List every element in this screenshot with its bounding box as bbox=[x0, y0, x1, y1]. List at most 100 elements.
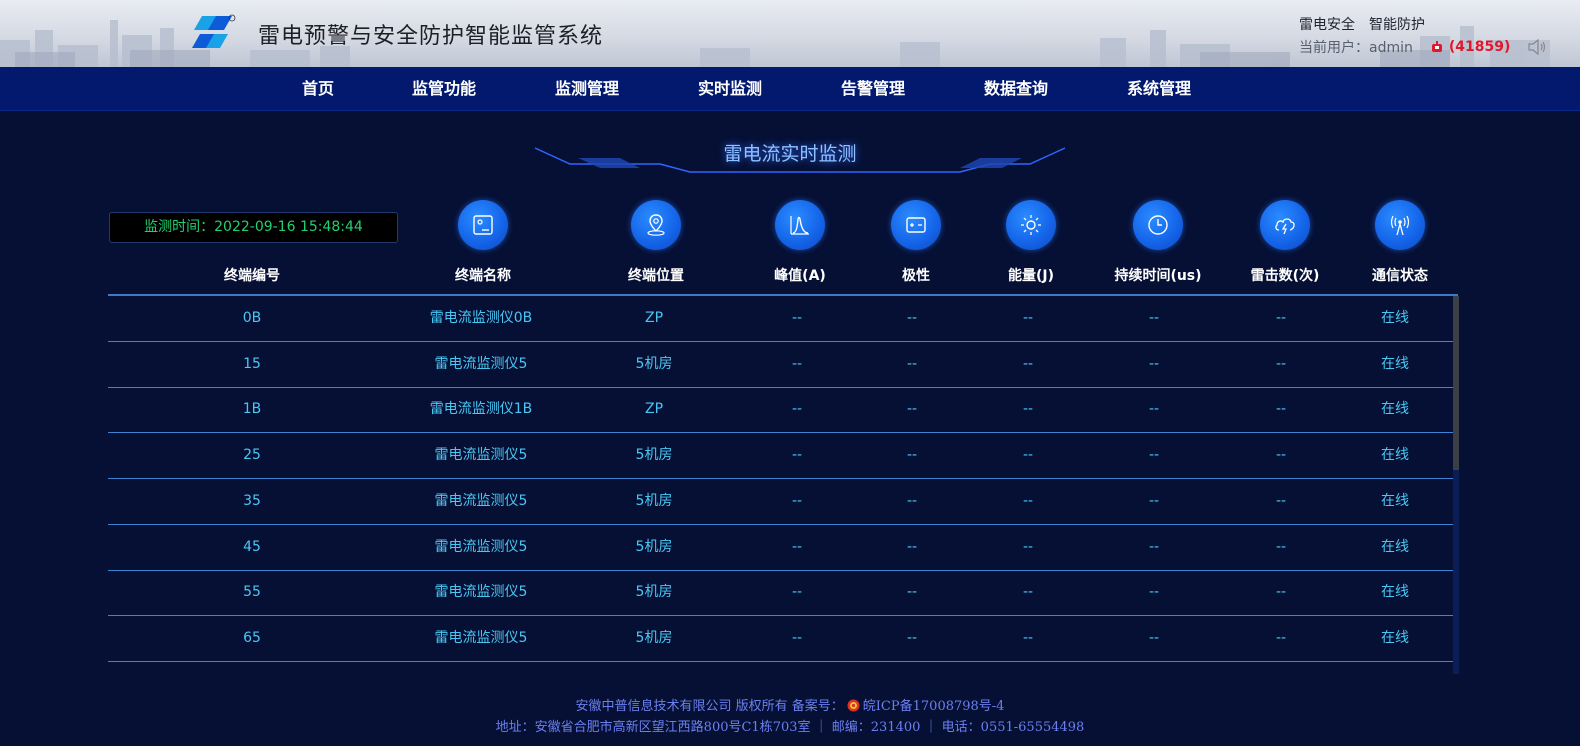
cell-comm-status: 在线 bbox=[1381, 629, 1409, 646]
cell-duration: -- bbox=[1148, 447, 1160, 464]
cell-terminal-location: 5机房 bbox=[635, 538, 673, 555]
system-title: 雷电预警与安全防护智能监管系统 bbox=[258, 24, 604, 49]
cell-energy: -- bbox=[1022, 584, 1034, 601]
nav-system-management[interactable]: 系统管理 bbox=[1127, 67, 1191, 111]
table-row[interactable]: 15 雷电流监测仪5 5机房 -- -- -- -- -- 在线 bbox=[108, 342, 1453, 388]
cell-terminal-location: 5机房 bbox=[635, 447, 673, 464]
cell-terminal-id: 0B bbox=[242, 310, 262, 326]
alarm-count[interactable]: (41859) bbox=[1449, 39, 1511, 55]
table-row[interactable]: 55 雷电流监测仪5 5机房 -- -- -- -- -- 在线 bbox=[108, 570, 1453, 617]
cell-polarity: -- bbox=[906, 629, 918, 646]
cell-peak: -- bbox=[791, 447, 803, 464]
cell-terminal-name: 雷电流监测仪0B bbox=[429, 310, 533, 326]
scrollbar-thumb[interactable] bbox=[1453, 296, 1459, 470]
cell-comm-status: 在线 bbox=[1381, 584, 1409, 601]
cell-energy: -- bbox=[1022, 401, 1034, 418]
cell-strike-count: -- bbox=[1275, 447, 1287, 464]
cell-terminal-name: 雷电流监测仪5 bbox=[434, 355, 528, 372]
table-row[interactable]: 35 雷电流监测仪5 5机房 -- -- -- -- -- 在线 bbox=[108, 479, 1453, 525]
cell-polarity: -- bbox=[906, 538, 918, 555]
column-header-terminal-name: 终端名称 bbox=[455, 268, 511, 284]
current-user-label: 当前用户：admin bbox=[1299, 40, 1413, 56]
cell-energy: -- bbox=[1022, 310, 1034, 326]
footer-icp-link[interactable]: 皖ICP备17008798号-4 bbox=[863, 699, 1005, 714]
cell-strike-count: -- bbox=[1275, 538, 1287, 555]
column-header-comm-status: 通信状态 bbox=[1372, 268, 1428, 284]
footer-copyright: 安徽中普信息技术有限公司 版权所有 备案号： 皖ICP备17008798号-4 bbox=[0, 695, 1580, 714]
nav-supervision[interactable]: 监管功能 bbox=[412, 67, 476, 111]
table-row[interactable]: 0B 雷电流监测仪0B ZP -- -- -- -- -- 在线 bbox=[108, 296, 1453, 342]
cell-terminal-location: ZP bbox=[644, 310, 664, 326]
alarm-bell-icon[interactable] bbox=[1431, 41, 1443, 53]
table-row[interactable]: 25 雷电流监测仪5 5机房 -- -- -- -- -- 在线 bbox=[108, 433, 1453, 480]
cell-comm-status: 在线 bbox=[1381, 538, 1409, 555]
cell-terminal-location: 5机房 bbox=[635, 355, 673, 372]
nav-home[interactable]: 首页 bbox=[302, 67, 334, 111]
cell-terminal-id: 15 bbox=[243, 355, 261, 372]
header-tagline: 雷电安全 智能防护 bbox=[1299, 14, 1439, 34]
cell-comm-status: 在线 bbox=[1381, 492, 1409, 509]
section-title: 雷电流实时监测 bbox=[723, 143, 857, 165]
cell-terminal-name: 雷电流监测仪5 bbox=[434, 538, 528, 555]
table-row[interactable]: 65 雷电流监测仪5 5机房 -- -- -- -- -- 在线 bbox=[108, 616, 1453, 662]
cell-terminal-id: 35 bbox=[243, 492, 261, 509]
cell-terminal-name: 雷电流监测仪5 bbox=[434, 447, 528, 464]
cell-terminal-location: ZP bbox=[644, 401, 664, 418]
cell-terminal-name: 雷电流监测仪5 bbox=[434, 629, 528, 646]
speaker-icon[interactable] bbox=[1528, 39, 1546, 55]
tagline-lightning-safety: 雷电安全 bbox=[1299, 17, 1355, 33]
duration-clock-icon bbox=[1133, 200, 1183, 250]
cell-terminal-id: 45 bbox=[243, 538, 261, 555]
cell-polarity: -- bbox=[906, 355, 918, 372]
nav-alarm-management[interactable]: 告警管理 bbox=[841, 67, 905, 111]
column-header-polarity: 极性 bbox=[902, 268, 930, 284]
cell-energy: -- bbox=[1022, 447, 1034, 464]
location-pin-icon bbox=[631, 200, 681, 250]
column-header-duration: 持续时间(us) bbox=[1114, 268, 1202, 284]
monitoring-table[interactable]: 0B 雷电流监测仪0B ZP -- -- -- -- -- 在线 15 雷电流监测仪5 5机房 -- --… bbox=[108, 296, 1453, 674]
cell-peak: -- bbox=[791, 310, 803, 326]
column-header-strike-count: 雷击数(次) bbox=[1250, 268, 1320, 284]
cell-peak: -- bbox=[791, 584, 803, 601]
cell-polarity: -- bbox=[906, 584, 918, 601]
peak-waveform-icon bbox=[775, 200, 825, 250]
nav-realtime-monitoring[interactable]: 实时监测 bbox=[698, 67, 762, 111]
footer-address: 地址：安徽省合肥市高新区望江西路800号C1栋703室 ｜ 邮编：231400 … bbox=[495, 720, 1085, 735]
cell-peak: -- bbox=[791, 355, 803, 372]
cell-terminal-location: 5机房 bbox=[635, 629, 673, 646]
cell-duration: -- bbox=[1148, 310, 1160, 326]
table-row[interactable]: 1B 雷电流监测仪1B ZP -- -- -- -- -- 在线 bbox=[108, 387, 1453, 434]
cell-peak: -- bbox=[791, 401, 803, 418]
lightning-cloud-icon bbox=[1260, 200, 1310, 250]
cell-terminal-id: 55 bbox=[243, 584, 261, 601]
cell-strike-count: -- bbox=[1275, 310, 1287, 326]
nav-data-query[interactable]: 数据查询 bbox=[984, 67, 1048, 111]
user-status-row: 当前用户：admin (41859) bbox=[1299, 37, 1546, 57]
main-navigation: 首页 监管功能 监测管理 实时监测 告警管理 数据查询 系统管理 bbox=[0, 67, 1580, 111]
cell-strike-count: -- bbox=[1275, 629, 1287, 646]
table-row[interactable]: 45 雷电流监测仪5 5机房 -- -- -- -- -- 在线 bbox=[108, 525, 1453, 571]
cell-peak: -- bbox=[791, 492, 803, 509]
cell-terminal-id: 65 bbox=[243, 629, 261, 646]
cell-terminal-id: 1B bbox=[242, 401, 262, 418]
cell-duration: -- bbox=[1148, 584, 1160, 601]
column-header-peak: 峰值(A) bbox=[774, 268, 826, 284]
cell-duration: -- bbox=[1148, 629, 1160, 646]
cell-strike-count: -- bbox=[1275, 492, 1287, 509]
polarity-icon bbox=[891, 200, 941, 250]
footer-company: 安徽中普信息技术有限公司 版权所有 备案号： bbox=[575, 699, 844, 714]
column-header-terminal-id: 终端编号 bbox=[224, 268, 280, 284]
table-scrollbar[interactable] bbox=[1453, 296, 1459, 674]
cell-peak: -- bbox=[791, 538, 803, 555]
nav-monitoring-management[interactable]: 监测管理 bbox=[555, 67, 619, 111]
monitor-time-display: 监测时间：2022-09-16 15:48:44 bbox=[109, 212, 398, 243]
cell-comm-status: 在线 bbox=[1381, 447, 1409, 464]
cell-polarity: -- bbox=[906, 492, 918, 509]
column-header-terminal-location: 终端位置 bbox=[628, 268, 684, 284]
cell-strike-count: -- bbox=[1275, 401, 1287, 418]
police-emblem-icon bbox=[847, 699, 860, 712]
cell-polarity: -- bbox=[906, 447, 918, 464]
cell-strike-count: -- bbox=[1275, 584, 1287, 601]
terminal-name-icon bbox=[458, 200, 508, 250]
cell-terminal-location: 5机房 bbox=[635, 584, 673, 601]
